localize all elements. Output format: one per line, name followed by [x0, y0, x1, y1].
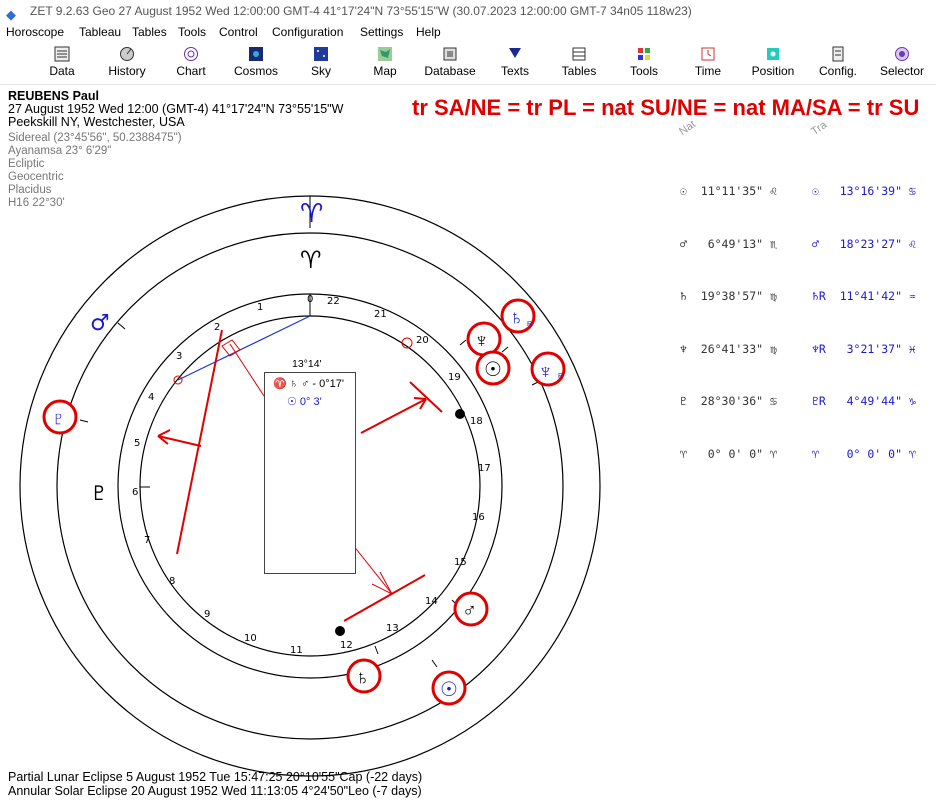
house-number: 1 [257, 302, 263, 313]
house-number: 15 [454, 557, 467, 568]
lunar-eclipse-text: Partial Lunar Eclipse 5 August 1952 Tue … [8, 770, 423, 784]
natal-sun-highlight: ☉ [475, 350, 511, 386]
retrograde-mark: R [558, 373, 563, 380]
house-number: 20 [416, 335, 429, 346]
natal-neptune-glyph: ♆ [474, 330, 489, 352]
house-number: 3 [176, 351, 182, 362]
natal-point-marker [335, 626, 345, 636]
blue-aspect-line [177, 315, 311, 381]
natal-neptune-highlight: ♆ [466, 321, 502, 357]
retrograde-mark: R [527, 321, 532, 328]
house-number: 7 [144, 535, 150, 546]
house-number: 21 [374, 309, 387, 320]
transit-saturn-glyph: ♄ [509, 307, 524, 329]
transit-mars-glyph: ♂ [90, 311, 110, 336]
transit-neptune-highlight: ♆ R [530, 351, 566, 387]
house-number: 9 [204, 609, 210, 620]
house-number: 0 [307, 294, 313, 305]
house-number: 11 [290, 645, 303, 656]
house-number: 16 [472, 512, 485, 523]
house-number: 5 [134, 438, 140, 449]
house-number: 2 [214, 322, 220, 333]
house-number: 6 [132, 487, 138, 498]
natal-saturn-highlight: ♄ [346, 658, 382, 694]
house-number: 10 [244, 633, 257, 644]
transit-sun-highlight: ☉ [431, 670, 467, 706]
eclipse-footer: Partial Lunar Eclipse 5 August 1952 Tue … [8, 770, 422, 798]
transit-sun-glyph: ☉ [440, 679, 458, 701]
midpoint-box[interactable]: ♈ ♄ ♂ - 0°17' ☉ 0° 3' [264, 372, 356, 574]
house-number: 19 [448, 372, 461, 383]
horoscope-wheel[interactable]: 0 1 2 3 4 5 6 7 8 9 10 11 12 13 14 15 16… [0, 0, 936, 800]
aries-inner-glyph: ♈ [300, 246, 322, 274]
midpoint-box-title: 13°14' [292, 358, 322, 370]
natal-saturn-glyph: ♄ [355, 667, 370, 689]
house-number: 13 [386, 623, 399, 634]
house-number: 4 [148, 392, 154, 403]
natal-mars-glyph: ♂ [462, 600, 477, 622]
solar-eclipse-text: Annular Solar Eclipse 20 August 1952 Wed… [8, 784, 422, 798]
natal-sun-glyph: ☉ [484, 359, 502, 381]
natal-mars-highlight: ♂ [453, 591, 489, 627]
transit-saturn-highlight: ♄ R [500, 298, 536, 334]
transit-pluto-glyph: ♇ [51, 408, 66, 430]
transit-neptune-glyph: ♆ [538, 361, 553, 383]
natal-point-marker [455, 409, 465, 419]
house-number: 22 [327, 296, 340, 307]
midpoint-box-line: ♈ ♄ ♂ - 0°17' [273, 378, 344, 390]
house-number: 8 [169, 576, 175, 587]
house-number: 14 [425, 596, 438, 607]
aries-outer-glyph: ♈ [300, 199, 323, 229]
house-number: 12 [340, 640, 353, 651]
natal-pluto-glyph: ♇ [90, 481, 108, 505]
midpoint-box-line: ☉ 0° 3' [287, 396, 322, 408]
transit-pluto-highlight: ♇ [42, 399, 78, 435]
house-number: 17 [478, 463, 491, 474]
house-number: 18 [470, 416, 483, 427]
